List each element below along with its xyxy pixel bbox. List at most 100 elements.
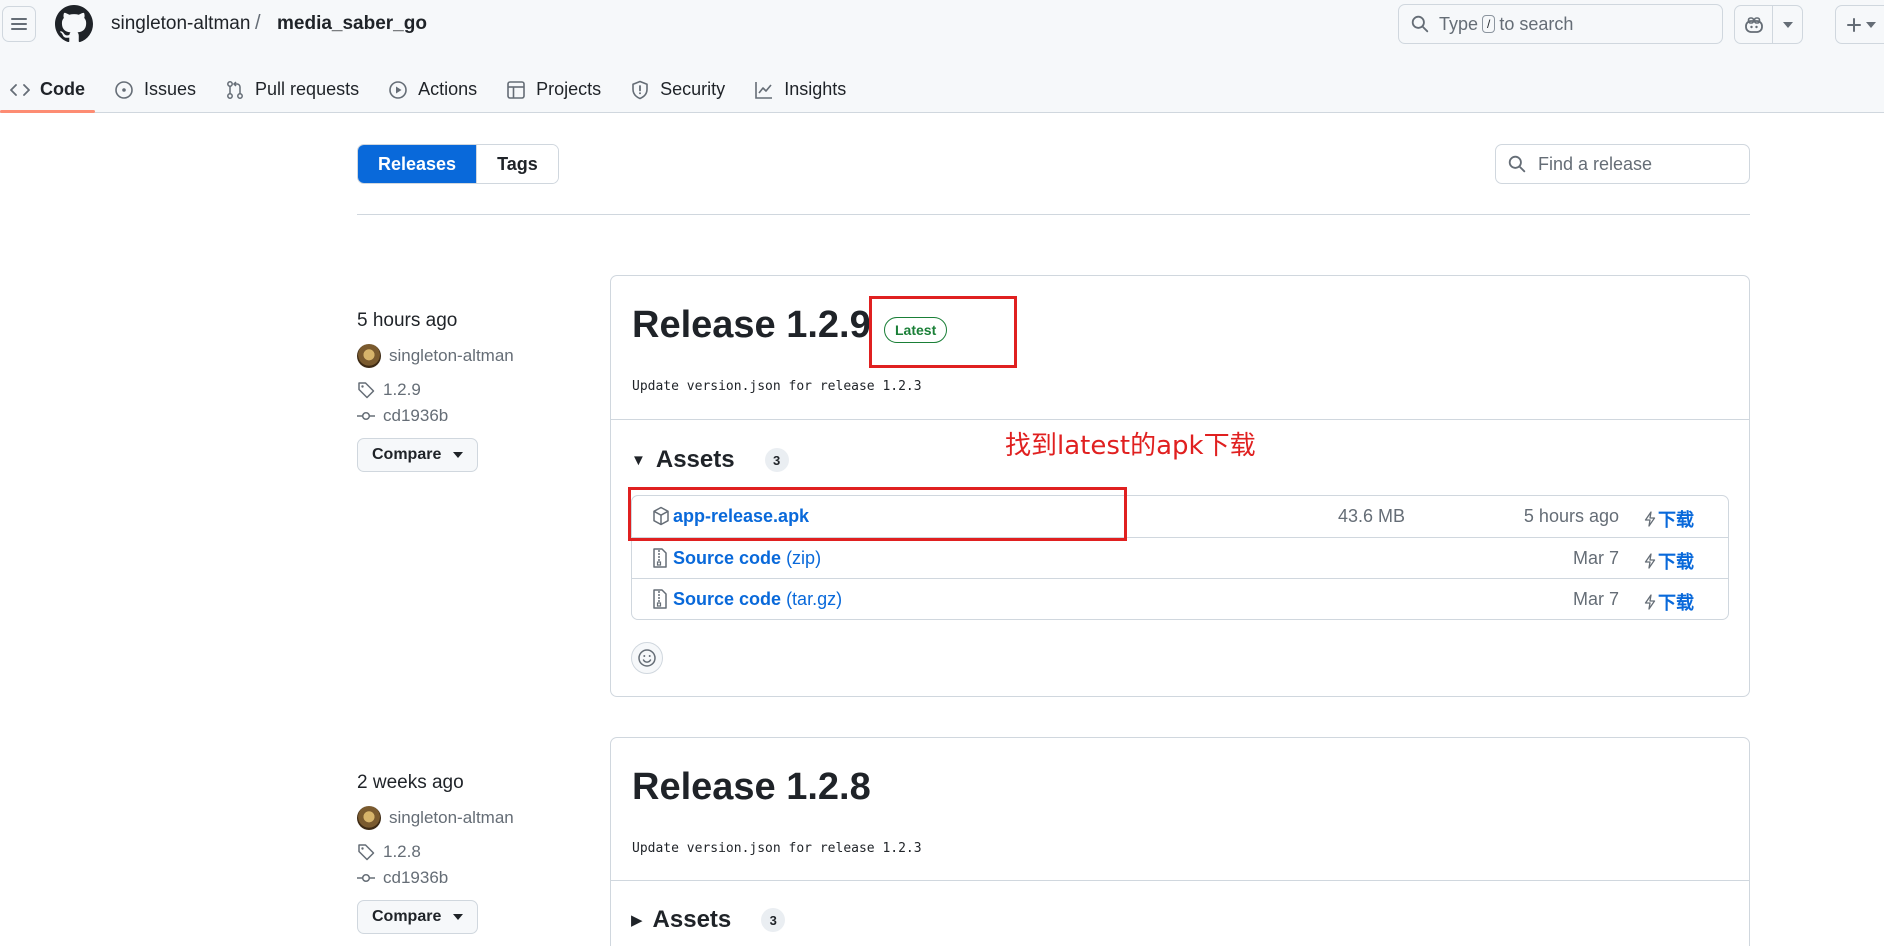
asset-link[interactable]: Source code (tar.gz) bbox=[673, 589, 842, 610]
tag-name[interactable]: 1.2.8 bbox=[383, 842, 421, 862]
releases-tab-button[interactable]: Releases bbox=[358, 145, 477, 183]
tab-insights[interactable]: Insights bbox=[744, 66, 856, 113]
copilot-button[interactable] bbox=[1735, 6, 1773, 43]
tab-label: Security bbox=[660, 79, 726, 99]
search-icon bbox=[1411, 15, 1429, 33]
create-new-button[interactable] bbox=[1835, 5, 1884, 44]
tag-icon bbox=[358, 844, 375, 861]
asset-ext: (tar.gz) bbox=[786, 589, 843, 609]
divider bbox=[357, 214, 1750, 215]
release-tag[interactable]: 1.2.8 bbox=[357, 842, 557, 862]
github-logo-icon[interactable] bbox=[55, 5, 93, 43]
top-bar: singleton-altman / media_saber_go Type /… bbox=[0, 0, 1884, 113]
play-icon bbox=[389, 80, 407, 99]
git-commit-icon bbox=[357, 873, 375, 883]
hamburger-icon bbox=[11, 18, 27, 30]
tab-label: Projects bbox=[536, 79, 602, 99]
release-meta: 5 hours ago singleton-altman 1.2.9 cd193… bbox=[357, 310, 557, 472]
breadcrumb-separator: / bbox=[255, 12, 261, 34]
compare-label: Compare bbox=[372, 908, 442, 925]
author-name[interactable]: singleton-altman bbox=[389, 808, 514, 828]
tab-label: Issues bbox=[144, 79, 197, 99]
download-label: 下载 bbox=[1658, 552, 1694, 572]
repo-nav-tabs: Code Issues Pull requests Actions Projec… bbox=[0, 66, 865, 113]
commit-sha[interactable]: cd1936b bbox=[383, 868, 448, 888]
release-body: Update version.json for release 1.2.3 bbox=[632, 379, 922, 394]
highlight-box-latest bbox=[869, 296, 1017, 368]
asset-name: Source code bbox=[673, 548, 782, 568]
table-icon bbox=[507, 80, 525, 99]
avatar bbox=[357, 344, 381, 368]
release-commit[interactable]: cd1936b bbox=[357, 406, 557, 426]
asset-time: 5 hours ago bbox=[1523, 506, 1619, 526]
copilot-dropdown[interactable] bbox=[1773, 6, 1802, 43]
release-title[interactable]: Release 1.2.9 bbox=[632, 304, 871, 347]
release-author[interactable]: singleton-altman bbox=[357, 806, 557, 830]
release-tag[interactable]: 1.2.9 bbox=[357, 380, 557, 400]
tag-name[interactable]: 1.2.9 bbox=[383, 380, 421, 400]
global-search-input[interactable]: Type / to search bbox=[1398, 4, 1723, 44]
release-card: Release 1.2.8 Update version.json for re… bbox=[610, 737, 1750, 946]
copilot-icon bbox=[1744, 16, 1763, 33]
release-title[interactable]: Release 1.2.8 bbox=[632, 766, 871, 809]
divider bbox=[611, 880, 1749, 881]
release-meta: 2 weeks ago singleton-altman 1.2.8 cd193… bbox=[357, 772, 557, 934]
zap-icon bbox=[1644, 594, 1656, 610]
tab-actions[interactable]: Actions bbox=[378, 66, 487, 113]
assets-toggle[interactable]: ▶ Assets 3 bbox=[631, 906, 786, 934]
breadcrumb-repo[interactable]: media_saber_go bbox=[277, 13, 427, 35]
triangle-down-icon: ▼ bbox=[631, 451, 646, 469]
tab-issues[interactable]: Issues bbox=[104, 66, 206, 113]
annotation-text: 找到latest的apk下载 bbox=[1005, 431, 1256, 461]
search-placeholder-pre: Type bbox=[1439, 13, 1479, 34]
git-commit-icon bbox=[357, 411, 375, 421]
asset-name: Source code bbox=[673, 589, 782, 609]
compare-button[interactable]: Compare bbox=[357, 900, 479, 934]
tab-label: Insights bbox=[784, 79, 847, 99]
tab-label: Pull requests bbox=[255, 79, 360, 99]
author-name[interactable]: singleton-altman bbox=[389, 346, 514, 366]
download-link[interactable]: 下载 bbox=[1644, 548, 1694, 574]
code-icon bbox=[10, 83, 30, 96]
asset-link[interactable]: Source code (zip) bbox=[673, 548, 821, 569]
graph-icon bbox=[755, 81, 773, 99]
add-reaction-button[interactable] bbox=[631, 642, 663, 674]
assets-count: 3 bbox=[764, 448, 789, 472]
release-commit[interactable]: cd1936b bbox=[357, 868, 557, 888]
assets-toggle[interactable]: ▼ Assets 3 bbox=[631, 446, 789, 474]
zap-icon bbox=[1644, 511, 1656, 527]
assets-heading: Assets bbox=[655, 446, 735, 473]
asset-time: Mar 7 bbox=[1572, 589, 1619, 609]
download-link[interactable]: 下载 bbox=[1644, 506, 1694, 532]
breadcrumb-owner[interactable]: singleton-altman bbox=[111, 13, 250, 35]
git-pull-request-icon bbox=[227, 80, 243, 99]
tab-label: Actions bbox=[418, 79, 478, 99]
asset-row: Source code (zip) Mar 7 下载 bbox=[632, 537, 1728, 578]
download-label: 下载 bbox=[1658, 510, 1694, 530]
search-placeholder-post: to search bbox=[1499, 13, 1574, 34]
tab-pull-requests[interactable]: Pull requests bbox=[215, 66, 369, 113]
compare-button[interactable]: Compare bbox=[357, 438, 479, 472]
tab-projects[interactable]: Projects bbox=[496, 66, 611, 113]
plus-icon bbox=[1847, 17, 1861, 32]
tag-icon bbox=[358, 382, 375, 399]
find-release-placeholder: Find a release bbox=[1538, 153, 1653, 174]
tags-tab-button[interactable]: Tags bbox=[476, 145, 558, 183]
triangle-right-icon: ▶ bbox=[631, 912, 643, 929]
find-release-input[interactable]: Find a release bbox=[1495, 144, 1750, 184]
search-icon bbox=[1508, 155, 1526, 173]
download-link[interactable]: 下载 bbox=[1644, 589, 1694, 615]
zap-icon bbox=[1644, 553, 1656, 569]
tab-security[interactable]: Security bbox=[620, 66, 735, 113]
triangle-down-icon bbox=[453, 452, 464, 458]
commit-sha[interactable]: cd1936b bbox=[383, 406, 448, 426]
issue-opened-icon bbox=[115, 80, 133, 99]
asset-size: 43.6 MB bbox=[1337, 506, 1405, 526]
triangle-down-icon bbox=[1866, 21, 1876, 28]
avatar bbox=[357, 806, 381, 830]
release-author[interactable]: singleton-altman bbox=[357, 344, 557, 368]
release-time: 2 weeks ago bbox=[357, 772, 464, 793]
tab-code[interactable]: Code bbox=[0, 66, 95, 113]
menu-button[interactable] bbox=[2, 6, 36, 42]
releases-tags-toggle: Releases Tags bbox=[357, 144, 559, 184]
